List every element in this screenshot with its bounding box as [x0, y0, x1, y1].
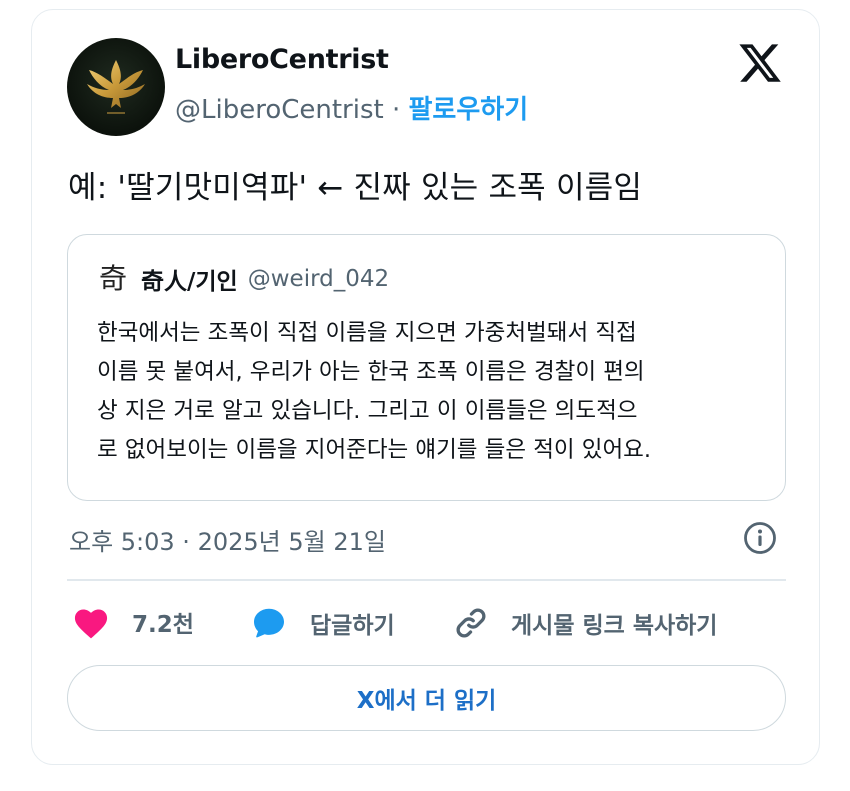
follow-button[interactable]: 팔로우하기: [409, 95, 529, 125]
info-icon[interactable]: [743, 521, 777, 555]
separator-dot: ·: [391, 95, 401, 125]
divider: [67, 579, 786, 581]
author-display-name[interactable]: LiberoCentrist: [175, 44, 389, 75]
quoted-tweet-text: 한국에서는 조폭이 직접 이름을 지으면 가중처벌돼서 직접 이름 못 붙여서,…: [97, 314, 767, 470]
quoted-author-name: 奇人/기인: [141, 269, 238, 295]
speech-bubble-icon: [254, 608, 284, 638]
link-icon: [456, 608, 486, 638]
like-button[interactable]: 7.2천: [72, 605, 194, 639]
copy-link-button[interactable]: 게시물 링크 복사하기: [453, 605, 717, 641]
tweet-timestamp[interactable]: 오후 5:03 · 2025년 5월 21일: [69, 522, 386, 557]
quoted-text-line: 로 없어보이는 이름을 지어준다는 얘기를 들은 적이 있어요.: [97, 437, 652, 463]
quoted-text-line: 한국에서는 조폭이 직접 이름을 지으면 가중처벌돼서 직접: [97, 320, 637, 346]
tweet-text: 예: '딸기맛미역파' ← 진짜 있는 조폭 이름임: [68, 170, 643, 206]
author-handle[interactable]: @LiberoCentrist: [175, 95, 384, 125]
author-handle-row: @LiberoCentrist · 팔로우하기: [175, 89, 528, 126]
quoted-text-line: 이름 못 붙여서, 우리가 아는 한국 조폭 이름은 경찰이 편의: [97, 359, 645, 385]
read-more-button[interactable]: X에서 더 읽기: [67, 665, 786, 731]
reply-button[interactable]: 답글하기: [250, 605, 395, 641]
quoted-text-line: 상 지은 거로 알고 있습니다. 그리고 이 이름들은 의도적으: [97, 398, 638, 424]
phoenix-logo-icon: [87, 60, 145, 114]
author-avatar[interactable]: [67, 38, 165, 136]
tweet-card: LiberoCentrist @LiberoCentrist · 팔로우하기 예…: [31, 9, 820, 765]
quoted-tweet-header: 奇 奇人/기인 @weird_042: [97, 262, 389, 296]
copy-link-label: 게시물 링크 복사하기: [511, 613, 718, 639]
heart-icon: [74, 609, 108, 639]
reply-label: 답글하기: [310, 613, 395, 639]
quoted-author-avatar: 奇: [98, 262, 127, 295]
x-logo-icon[interactable]: [737, 40, 783, 86]
like-count: 7.2천: [132, 612, 194, 638]
quoted-author-handle: @weird_042: [247, 266, 390, 292]
quoted-tweet[interactable]: 奇 奇人/기인 @weird_042 한국에서는 조폭이 직접 이름을 지으면 …: [67, 234, 786, 501]
